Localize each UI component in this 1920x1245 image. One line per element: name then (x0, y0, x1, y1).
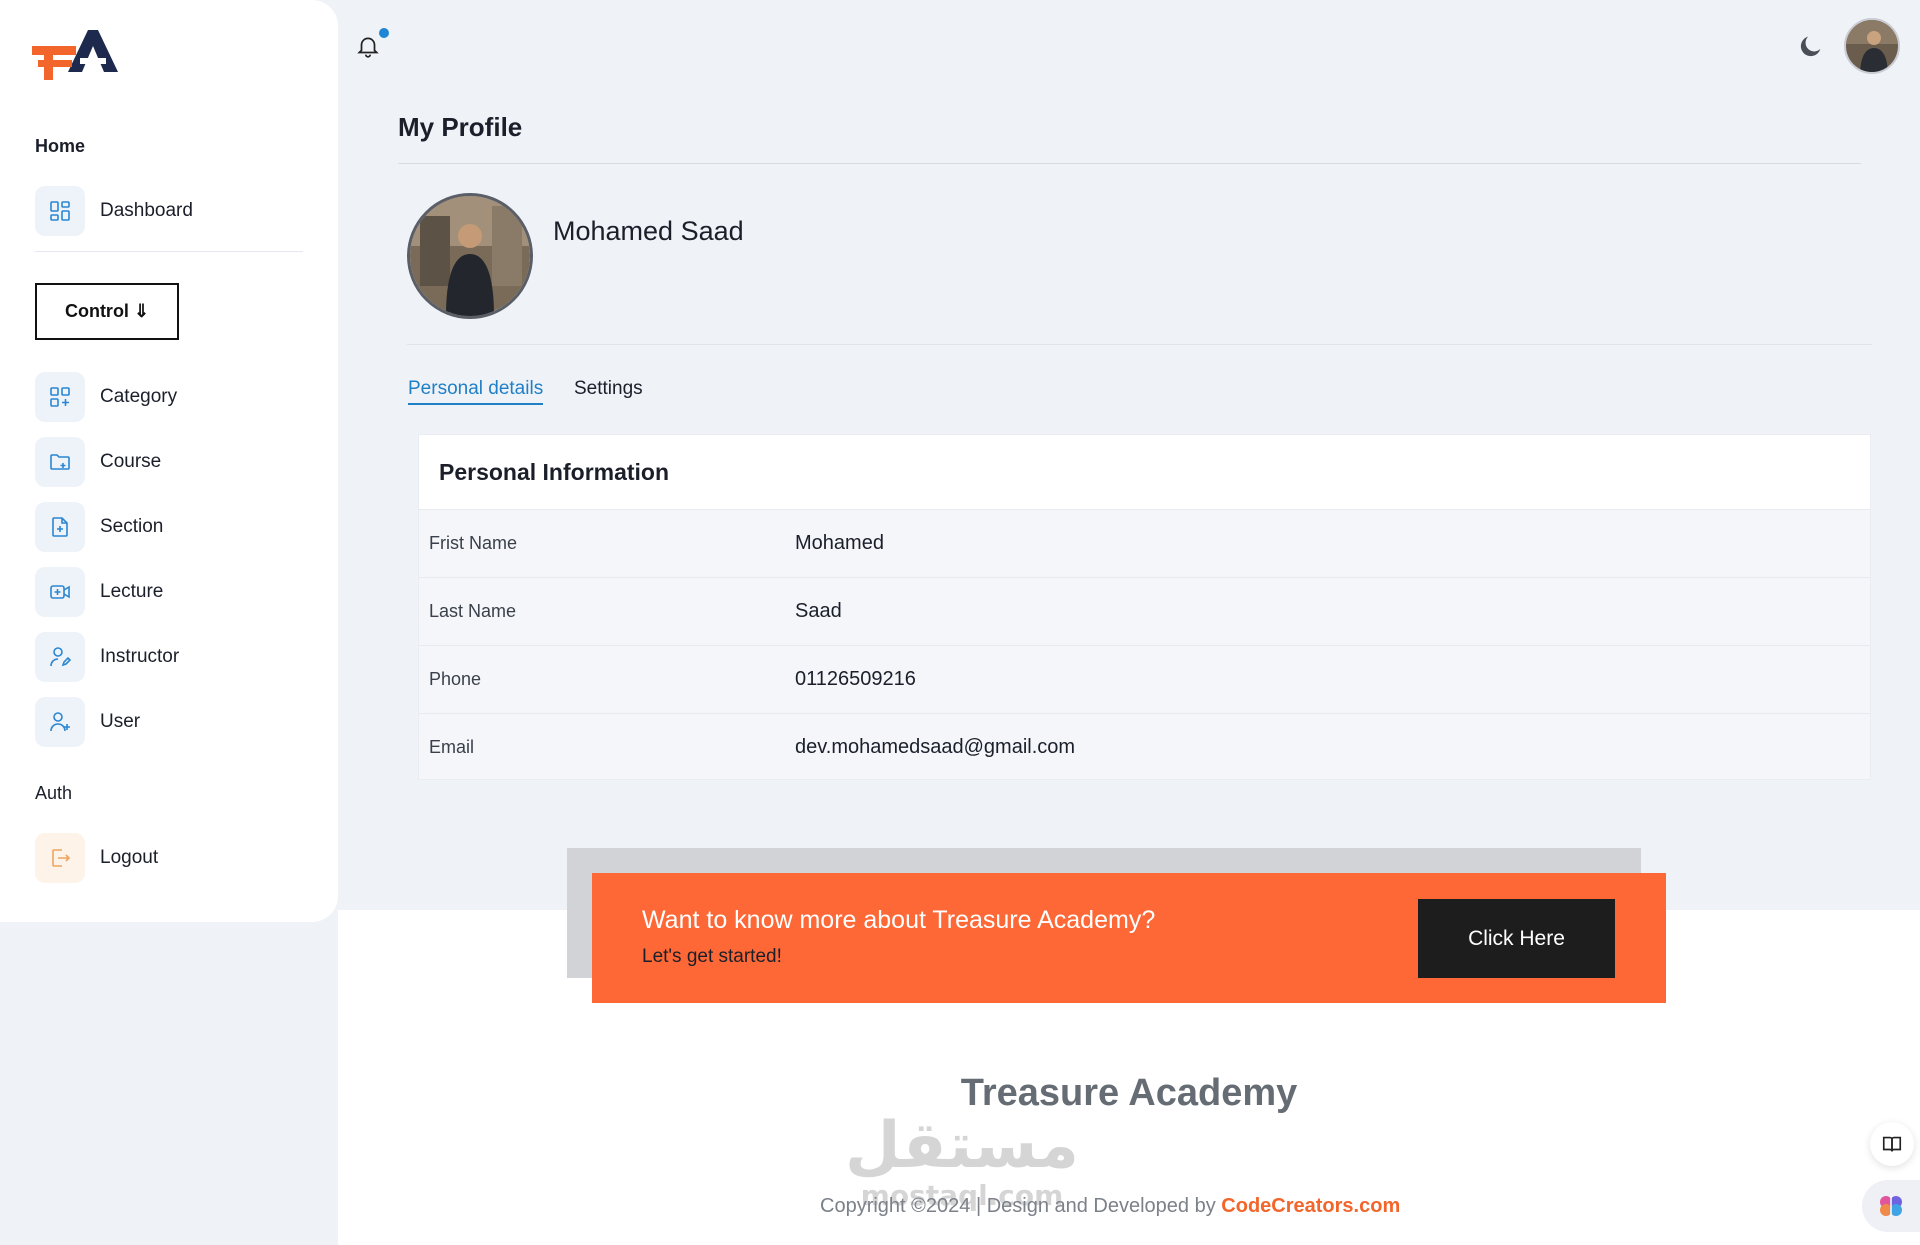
info-value: 01126509216 (795, 668, 916, 690)
sidebar-item-label: Instructor (100, 646, 180, 667)
dashboard-icon (35, 186, 85, 236)
copyright: Copyright ©2024 | Design and Developed b… (820, 1195, 1400, 1218)
sidebar: Home Dashboard Control ⇓ Category Course… (0, 0, 338, 922)
category-icon (35, 372, 85, 422)
sidebar-item-label: Category (100, 386, 178, 407)
info-value: Mohamed (795, 532, 884, 554)
reader-book-icon[interactable] (1870, 1122, 1914, 1166)
info-row-phone: Phone 01126509216 (419, 645, 1870, 713)
treasure-academy-logo[interactable] (28, 24, 120, 82)
notification-bell-icon[interactable] (355, 28, 389, 60)
sidebar-item-category[interactable]: Category (35, 372, 305, 422)
title-divider (398, 163, 1861, 164)
personal-information-card: Personal Information Frist Name Mohamed … (418, 434, 1871, 780)
sidebar-item-user[interactable]: User (35, 697, 305, 747)
user-avatar[interactable] (1844, 18, 1900, 74)
info-row-first-name: Frist Name Mohamed (419, 509, 1870, 577)
info-value: dev.mohamedsaad@gmail.com (795, 736, 1076, 758)
control-button[interactable]: Control ⇓ (35, 283, 179, 340)
sidebar-item-instructor[interactable]: Instructor (35, 632, 305, 682)
notification-dot (379, 28, 389, 38)
tab-personal-details[interactable]: Personal details (408, 378, 544, 405)
ai-brain-icon[interactable] (1862, 1180, 1920, 1232)
dark-mode-moon-icon[interactable] (1797, 32, 1827, 62)
info-label: Email (429, 737, 475, 757)
auth-heading: Auth (35, 783, 73, 803)
profile-avatar (407, 193, 533, 319)
user-add-icon (35, 697, 85, 747)
watermark-arabic-text: مستقل (845, 1109, 1079, 1183)
video-add-icon (35, 567, 85, 617)
info-label: Phone (429, 669, 482, 689)
banner-title: Want to know more about Treasure Academy… (642, 906, 1156, 934)
codecreators-link[interactable]: CodeCreators.com (1221, 1195, 1400, 1217)
user-edit-icon (35, 632, 85, 682)
personal-information-heading: Personal Information (419, 435, 1870, 509)
sidebar-item-logout[interactable]: Logout (35, 833, 305, 883)
profile-name: Mohamed Saad (553, 216, 744, 246)
info-label: Frist Name (429, 533, 518, 553)
sidebar-item-label: Course (100, 451, 162, 472)
profile-divider (407, 344, 1872, 345)
document-add-icon (35, 502, 85, 552)
sidebar-item-label: Logout (100, 847, 159, 868)
copyright-text: Copyright ©2024 | Design and Developed b… (820, 1195, 1222, 1217)
cta-banner: Want to know more about Treasure Academy… (592, 873, 1666, 1003)
info-value: Saad (795, 600, 842, 622)
folder-add-icon (35, 437, 85, 487)
tab-settings[interactable]: Settings (574, 378, 643, 400)
page-title: My Profile (398, 112, 523, 142)
sidebar-item-dashboard[interactable]: Dashboard (35, 186, 305, 236)
banner-subtitle: Let's get started! (642, 946, 782, 967)
home-heading: Home (35, 136, 86, 156)
click-here-button[interactable]: Click Here (1418, 899, 1615, 978)
sidebar-item-lecture[interactable]: Lecture (35, 567, 305, 617)
logout-icon (35, 833, 85, 883)
info-label: Last Name (429, 601, 517, 621)
sidebar-item-label: Dashboard (100, 200, 193, 221)
sidebar-divider (35, 251, 303, 252)
sidebar-item-label: Section (100, 516, 164, 537)
sidebar-item-label: User (100, 711, 141, 732)
info-row-email: Email dev.mohamedsaad@gmail.com (419, 713, 1870, 781)
sidebar-item-section[interactable]: Section (35, 502, 305, 552)
info-row-last-name: Last Name Saad (419, 577, 1870, 645)
sidebar-item-label: Lecture (100, 581, 164, 602)
sidebar-item-course[interactable]: Course (35, 437, 305, 487)
